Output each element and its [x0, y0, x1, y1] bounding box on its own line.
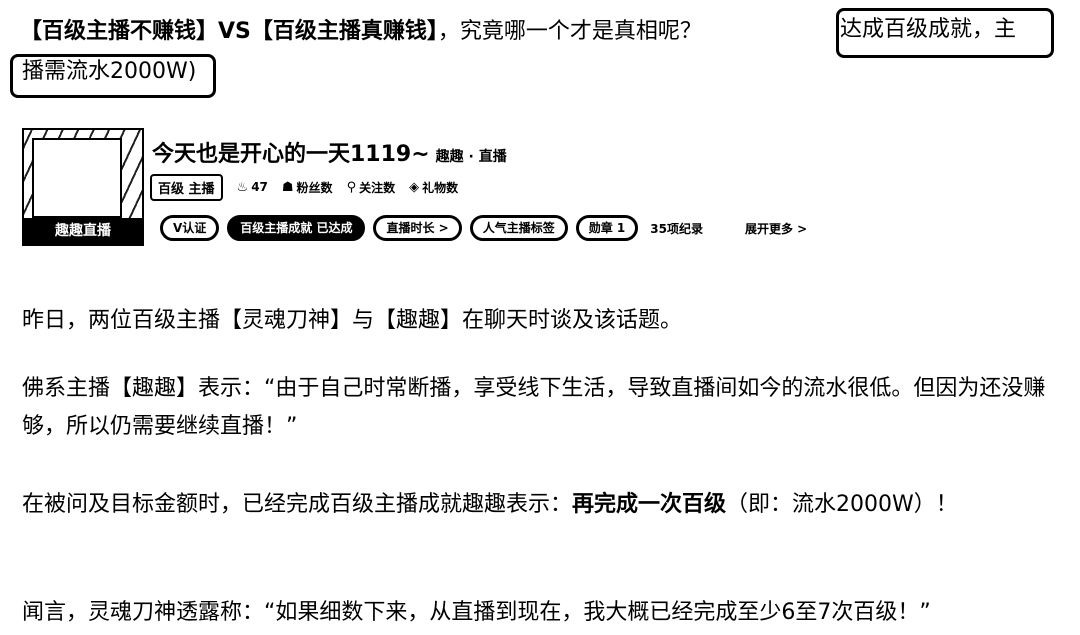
paragraph-4: 闻言，灵魂刀神透露称：“如果细数下来，从直播到现在，我大概已经完成至少6至7次百… [22, 600, 931, 625]
stat-gifts: ◈ 礼物数 [409, 179, 458, 196]
paragraph-1: 昨日，两位百级主播【灵魂刀神】与【趣趣】在聊天时谈及该话题。 [22, 308, 683, 333]
expand-more-link[interactable]: 展开更多 > [745, 220, 807, 237]
tag-medal[interactable]: 勋章 1 [575, 215, 639, 241]
records-count: 35项纪录 [650, 221, 703, 236]
streamer-name-text: 今天也是开心的一天1119~ [152, 142, 430, 167]
fans-icon: ☗ [281, 179, 294, 195]
note-text-line1: 达成百级成就，主 [840, 17, 1017, 42]
tags-row: V认证 百级主播成就 已达成 直播时长 > 人气主播标签 勋章 1 35项纪录 … [160, 214, 807, 242]
streamer-name-extra: 趣趣 · 直播 [435, 149, 507, 165]
tag-verified[interactable]: V认证 [160, 215, 220, 241]
level-chip: 百级 主播 [150, 173, 223, 201]
tag-achievement[interactable]: 百级主播成就 已达成 [227, 215, 366, 241]
note-text-line2: 播需流水2000W) [22, 59, 197, 84]
stat-fans: ☗ 粉丝数 [282, 179, 333, 196]
streamer-name[interactable]: 今天也是开心的一天1119~ 趣趣 · 直播 [152, 136, 507, 168]
stat-flame: ♨ 47 [237, 180, 268, 195]
paragraph-2: 佛系主播【趣趣】表示：“由于自己时常断播，享受线下生活，导致直播间如今的流水很低… [22, 376, 1046, 439]
tag-popular[interactable]: 人气主播标签 [469, 215, 568, 241]
avatar-image [32, 138, 122, 218]
stat-value: 关注数 [359, 180, 396, 195]
stats-row: 百级 主播 ♨ 47 ☗ 粉丝数 ⚲ 关注数 ◈ 礼物数 [150, 172, 458, 202]
flame-icon: ♨ [236, 179, 249, 195]
tag-icon: ◈ [409, 179, 420, 195]
paragraph-3-after: （即：流水2000W）！ [726, 492, 958, 517]
paragraph-3-before: 在被问及目标金额时，已经完成百级主播成就趣趣表示： [22, 492, 573, 517]
stat-value: 粉丝数 [296, 180, 333, 195]
article-page: 【百级主播不赚钱】VS【百级主播真赚钱】，究竟哪一个才是真相呢？ 达成百级成就，… [0, 0, 1080, 635]
stat-value: 礼物数 [422, 180, 459, 195]
pin-icon: ⚲ [346, 179, 357, 195]
paragraph-3: 在被问及目标金额时，已经完成百级主播成就趣趣表示：再完成一次百级（即：流水200… [22, 486, 1052, 524]
stat-value: 47 [251, 180, 268, 194]
tag-duration[interactable]: 直播时长 > [373, 215, 462, 241]
paragraph-3-bold: 再完成一次百级 [572, 492, 727, 517]
stat-follow: ⚲ 关注数 [347, 179, 396, 196]
headline-main: 【百级主播不赚钱】VS【百级主播真赚钱】 [20, 19, 438, 44]
avatar[interactable]: 趣趣直播 [22, 128, 144, 246]
avatar-caption: 趣趣直播 [24, 218, 142, 244]
headline-question: ，究竟哪一个才是真相呢？ [437, 19, 702, 44]
